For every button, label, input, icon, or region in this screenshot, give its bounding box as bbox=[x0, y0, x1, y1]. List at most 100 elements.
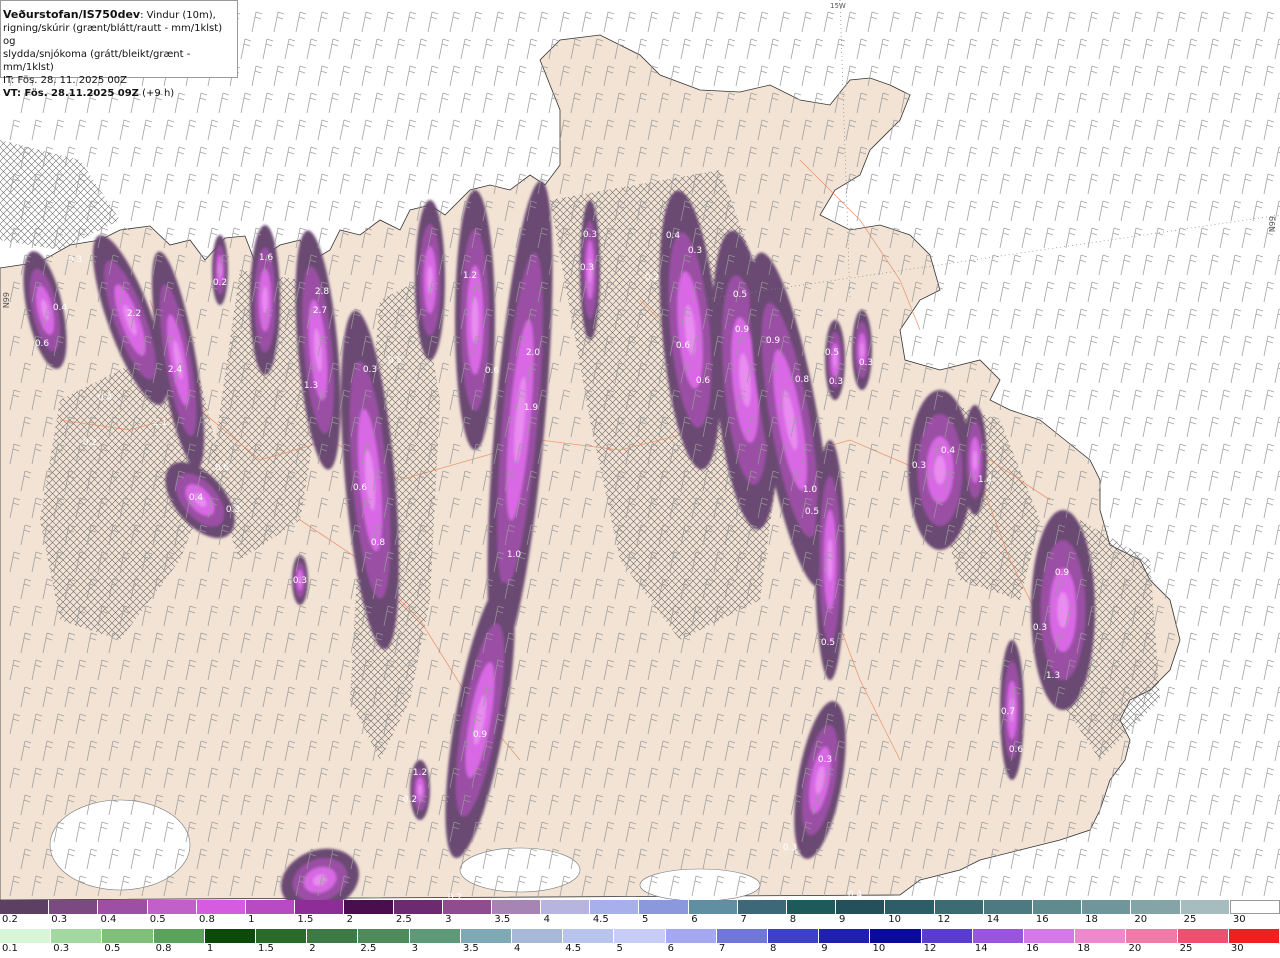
precip-value-label: 0.3 bbox=[363, 365, 377, 375]
precip-value-label: 1.9 bbox=[524, 403, 539, 413]
rain-scale-bar bbox=[0, 929, 1280, 943]
scale-tick-label: 7 bbox=[740, 914, 747, 925]
precip-value-label: 2.7 bbox=[313, 306, 327, 316]
precip-value-label: 0.6 bbox=[1009, 745, 1024, 755]
precip-value-label: 0.3 bbox=[1033, 623, 1047, 633]
scale-swatch bbox=[972, 929, 1025, 943]
precip-value-label: 0.6 bbox=[696, 376, 711, 386]
precip-cell bbox=[934, 455, 946, 485]
scale-tick-label: 8 bbox=[789, 914, 797, 925]
precip-value-label: 0.3 bbox=[68, 255, 82, 265]
precip-value-label: 0.4 bbox=[666, 231, 681, 241]
valid-time-offset: (+9 h) bbox=[138, 88, 175, 99]
scale-swatch bbox=[737, 900, 787, 914]
scale-tick-label: 2 bbox=[346, 914, 354, 925]
scale-swatch bbox=[836, 900, 886, 914]
scale-tick-label: 3 bbox=[411, 943, 418, 954]
precip-value-label: 2.2 bbox=[127, 309, 141, 319]
scale-tick-label: 3.5 bbox=[462, 943, 479, 954]
scale-swatch bbox=[819, 929, 871, 943]
scale-swatch bbox=[1075, 929, 1127, 943]
scale-tick-label: 2.5 bbox=[395, 914, 412, 925]
scale-tick-label: 0.2 bbox=[2, 914, 18, 925]
scale-swatch bbox=[1126, 929, 1178, 943]
scale-swatch bbox=[1024, 929, 1076, 943]
scale-swatch bbox=[1177, 929, 1229, 943]
precip-value-label: 1.2 bbox=[463, 271, 477, 281]
scale-tick-label: 12 bbox=[937, 914, 951, 925]
precip-cell bbox=[860, 342, 864, 358]
precip-value-label: 1.3 bbox=[1046, 671, 1060, 681]
scale-tick-label: 9 bbox=[838, 914, 846, 925]
scale-tick-label: 9 bbox=[821, 943, 828, 954]
scale-tick-label: 8 bbox=[770, 943, 777, 954]
precip-value-label: 0.5 bbox=[821, 638, 835, 648]
precip-value-label: 1.0 bbox=[507, 550, 522, 560]
scale-swatch bbox=[1131, 900, 1181, 914]
scale-tick-label: 25 bbox=[1183, 914, 1197, 925]
right-parallel-label: N99 bbox=[1268, 216, 1277, 233]
precip-value-label: 0.2 bbox=[83, 438, 97, 448]
scale-swatch bbox=[665, 929, 717, 943]
snow-color-scale: 0.2 0.3 0.4 0.5 0.8 1 1.5 2 2.5 3 3.5 4 4.5 5 6 7 8 9 10 12… bbox=[0, 900, 1280, 926]
precip-value-label: 0.6 bbox=[35, 339, 50, 349]
scale-swatch bbox=[590, 900, 640, 914]
description-line-1: : Vindur (10m), bbox=[140, 10, 216, 21]
scale-swatch bbox=[614, 929, 666, 943]
precip-value-label: 0.3 bbox=[818, 755, 832, 765]
precip-cell bbox=[972, 450, 978, 470]
precip-value-label: 0.4 bbox=[941, 446, 956, 456]
scale-tick-label: 1.5 bbox=[297, 914, 314, 925]
scale-swatch bbox=[688, 900, 738, 914]
rain-scale-ticks: 0.1 0.3 0.5 0.8 1 1.5 2 2.5 3 3.5 4 4.5 5 6 7 8 9 10 12 14 1… bbox=[0, 943, 1280, 955]
precip-value-label: 1.3 bbox=[304, 381, 318, 391]
rain-color-scale: 0.1 0.3 0.5 0.8 1 1.5 2 2.5 3 3.5 4 4.5 5 6 7 8 9 10 12 14 1… bbox=[0, 929, 1280, 955]
scale-tick-label: 4.5 bbox=[565, 943, 582, 954]
header-info-box: Veðurstofan/IS750dev: Vindur (10m), rign… bbox=[0, 0, 238, 99]
scale-tick-label: 4 bbox=[514, 943, 521, 954]
scale-tick-label: 6 bbox=[691, 914, 698, 925]
scale-swatch bbox=[307, 929, 359, 943]
precip-value-label: 0.4 bbox=[189, 493, 204, 503]
scale-tick-label: 4 bbox=[543, 914, 550, 925]
scale-tick-label: 5 bbox=[642, 914, 649, 925]
scale-swatch bbox=[51, 929, 103, 943]
precip-value-label: 0.3 bbox=[226, 505, 240, 515]
scale-tick-label: 0.4 bbox=[100, 914, 117, 925]
scale-tick-label: 0.5 bbox=[104, 943, 121, 954]
precip-value-label: 0.9 bbox=[473, 730, 488, 740]
scale-tick-label: 5 bbox=[616, 943, 623, 954]
scale-swatch bbox=[409, 929, 461, 943]
scale-tick-label: 0.5 bbox=[149, 914, 166, 925]
scale-tick-label: 30 bbox=[1232, 914, 1246, 925]
precip-cell bbox=[418, 784, 422, 796]
scale-swatch bbox=[870, 929, 922, 943]
scale-tick-label: 20 bbox=[1128, 943, 1142, 954]
snow-scale-ticks: 0.2 0.3 0.4 0.5 0.8 1 1.5 2 2.5 3 3.5 4 4.5 5 6 7 8 9 10 12… bbox=[0, 914, 1280, 926]
scale-tick-label: 18 bbox=[1077, 943, 1090, 954]
scale-tick-label: 6 bbox=[667, 943, 675, 954]
scale-tick-label: 2.5 bbox=[360, 943, 377, 954]
precip-value-label: 0.3 bbox=[293, 576, 307, 586]
precip-value-label: 0.4 bbox=[53, 303, 68, 313]
scale-tick-label: 12 bbox=[923, 943, 937, 954]
precip-value-label: 0.9 bbox=[1055, 568, 1070, 578]
precip-value-label: 1.4 bbox=[978, 475, 993, 485]
scale-tick-label: 16 bbox=[1035, 914, 1049, 925]
precip-cell bbox=[827, 538, 833, 582]
precip-value-label: 0.2 bbox=[448, 893, 462, 900]
scale-swatch bbox=[563, 929, 615, 943]
precip-value-label: 0.5 bbox=[825, 348, 839, 358]
scale-swatch bbox=[934, 900, 984, 914]
scale-swatch bbox=[358, 929, 410, 943]
scale-swatch bbox=[1180, 900, 1230, 914]
scale-tick-label: 3 bbox=[445, 914, 452, 925]
map-canvas: 0.3 0.4 0.6 2.2 2.4 0.4 2.1 0.2 0.2 0.6 0.4 0.3 1.6 2… bbox=[0, 0, 1280, 900]
scale-swatch bbox=[344, 900, 394, 914]
precip-value-label: 0.3 bbox=[912, 461, 926, 471]
snow-scale-bar bbox=[0, 900, 1280, 914]
scale-tick-label: 3.5 bbox=[494, 914, 511, 925]
precip-value-label: 0.3 bbox=[829, 377, 843, 387]
scale-swatch bbox=[885, 900, 935, 914]
scale-swatch bbox=[442, 900, 492, 914]
